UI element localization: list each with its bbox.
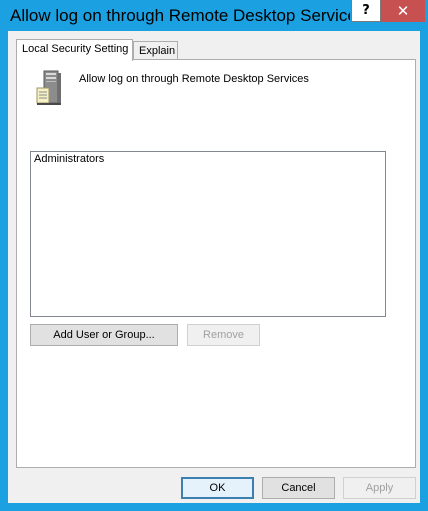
ok-button[interactable]: OK bbox=[181, 477, 254, 499]
add-user-or-group-button[interactable]: Add User or Group... bbox=[30, 324, 178, 346]
policy-name: Allow log on through Remote Desktop Serv… bbox=[79, 73, 309, 85]
list-item[interactable]: Administrators bbox=[31, 152, 385, 166]
apply-button[interactable]: Apply bbox=[343, 477, 416, 499]
remove-button[interactable]: Remove bbox=[187, 324, 260, 346]
tab-panel: Allow log on through Remote Desktop Serv… bbox=[16, 59, 416, 468]
server-icon bbox=[36, 70, 61, 105]
dialog-window: Allow log on through Remote Desktop Serv… bbox=[0, 0, 428, 511]
cancel-button[interactable]: Cancel bbox=[262, 477, 335, 499]
window-title: Allow log on through Remote Desktop Serv… bbox=[10, 6, 350, 25]
members-listbox[interactable]: Administrators bbox=[30, 151, 386, 317]
help-button[interactable]: ? bbox=[351, 0, 381, 22]
tab-local-security-setting[interactable]: Local Security Setting bbox=[16, 39, 133, 61]
dialog-body: Local Security Setting Explain Allow log… bbox=[8, 31, 420, 503]
tab-explain[interactable]: Explain bbox=[133, 41, 178, 60]
close-button[interactable]: ✕ bbox=[381, 0, 425, 22]
title-bar[interactable]: Allow log on through Remote Desktop Serv… bbox=[0, 0, 428, 32]
